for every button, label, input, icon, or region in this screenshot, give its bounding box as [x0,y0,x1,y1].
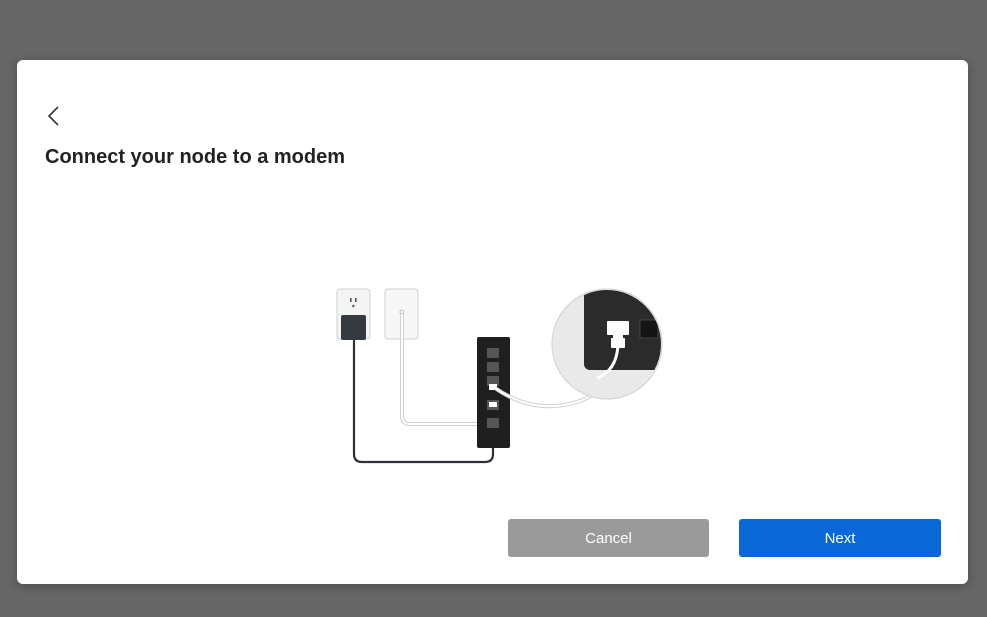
next-button[interactable]: Next [739,519,941,557]
node-modem-connection-illustration [336,288,663,464]
setup-dialog: Connect your node to a modem Cancel Next [17,60,968,584]
port-zoom-icon [551,288,663,400]
power-cable [352,340,495,464]
cancel-button[interactable]: Cancel [508,519,709,557]
back-button[interactable] [43,104,65,128]
chevron-left-icon [47,106,59,126]
page-title: Connect your node to a modem [45,146,346,168]
power-outlet-icon [336,288,371,340]
